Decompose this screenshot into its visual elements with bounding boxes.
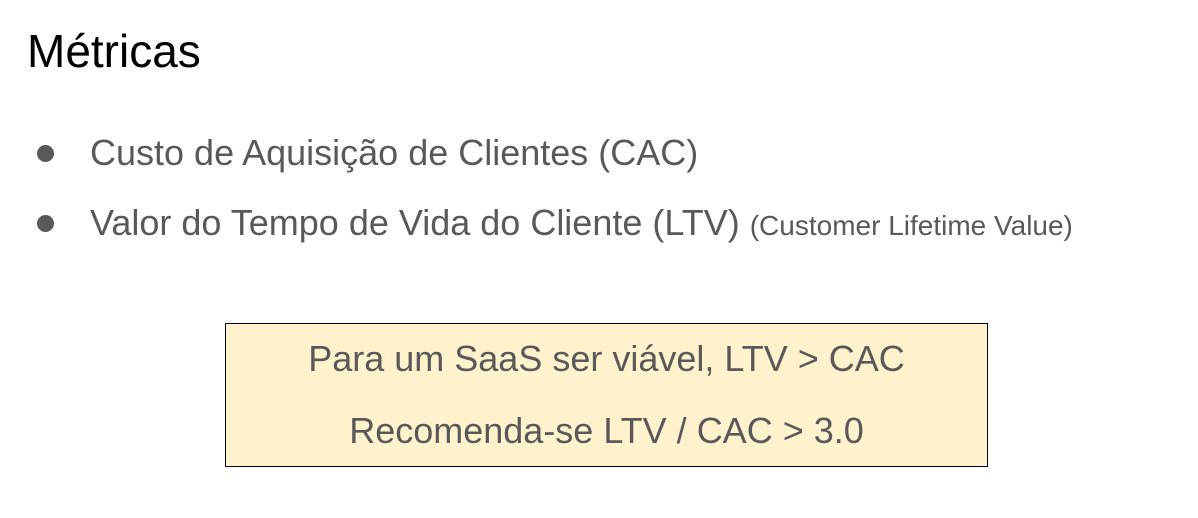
bullet-item-ltv: Valor do Tempo de Vida do Cliente (LTV) … — [0, 188, 1198, 258]
bullet-dot-icon — [37, 144, 54, 162]
bullet-text: Custo de Aquisição de Clientes (CAC) — [90, 132, 699, 173]
bullet-note: (Customer Lifetime Value) — [749, 210, 1073, 241]
bullet-item-cac: Custo de Aquisição de Clientes (CAC) — [0, 118, 1198, 188]
bullet-text: Valor do Tempo de Vida do Cliente (LTV) — [90, 202, 740, 243]
callout-line-viability: Para um SaaS ser viável, LTV > CAC — [308, 338, 905, 379]
slide-title: Métricas — [27, 25, 201, 77]
bullet-dot-icon — [37, 214, 54, 232]
bullet-text-wrapper: Valor do Tempo de Vida do Cliente (LTV) … — [90, 202, 1073, 244]
bullet-list: Custo de Aquisição de Clientes (CAC) Val… — [0, 118, 1198, 258]
callout-line-recommendation: Recomenda-se LTV / CAC > 3.0 — [349, 410, 864, 451]
callout-box: Para um SaaS ser viável, LTV > CAC Recom… — [225, 323, 988, 467]
